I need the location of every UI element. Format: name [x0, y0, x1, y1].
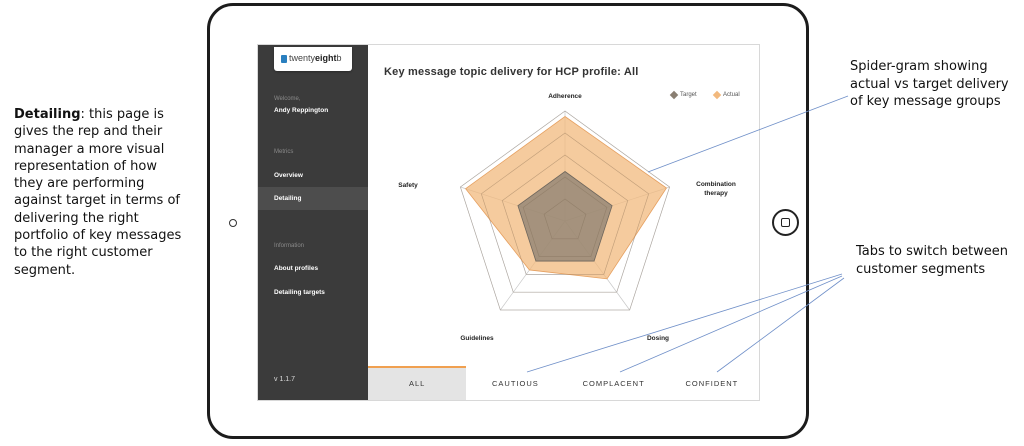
axis-label-guidelines: Guidelines [460, 335, 494, 342]
sidebar-item-overview[interactable]: Overview [258, 164, 368, 187]
main-panel: Key message topic delivery for HCP profi… [368, 45, 759, 400]
sidebar-item-detailing-targets[interactable]: Detailing targets [258, 281, 368, 304]
sidebar: twentyeightb Welcome, Andy Reppington Me… [258, 45, 368, 400]
information-section-label: Information [274, 243, 305, 249]
home-icon [781, 218, 790, 227]
tab-cautious[interactable]: CAUTIOUS [466, 366, 564, 400]
user-name: Andy Reppington [274, 107, 329, 114]
tab-all[interactable]: ALL [368, 366, 467, 400]
tab-confident[interactable]: CONFIDENT [663, 366, 759, 400]
detailing-description: Detailing: this page is gives the rep an… [14, 107, 182, 278]
logo-text: twentyeightb [289, 53, 342, 63]
tab-complacent[interactable]: COMPLACENT [565, 366, 663, 400]
axis-label-adherence: Adherence [548, 93, 582, 100]
sidebar-item-about-profiles[interactable]: About profiles [258, 257, 368, 280]
home-button[interactable] [772, 209, 799, 236]
version-label: v 1.1.7 [274, 376, 296, 383]
camera-icon [229, 219, 237, 227]
metrics-section-label: Metrics [274, 149, 294, 155]
tabs-callout: Tabs to switch between customer segments [856, 244, 1008, 277]
axis-label-safety: Safety [398, 182, 418, 189]
welcome-label: Welcome, [274, 96, 301, 102]
logo-mark-icon [281, 55, 287, 63]
axis-label-dosing: Dosing [646, 335, 670, 342]
spider-gram-callout: Spider-gram showing actual vs target del… [850, 59, 1009, 109]
app-screen: twentyeightb Welcome, Andy Reppington Me… [257, 44, 760, 401]
sidebar-item-detailing[interactable]: Detailing [258, 187, 368, 210]
axis-label-combination-therapy: Combination therapy [696, 181, 736, 197]
segment-tabs: ALL CAUTIOUS COMPLACENT CONFIDENT [368, 366, 759, 400]
logo: twentyeightb [274, 47, 352, 71]
